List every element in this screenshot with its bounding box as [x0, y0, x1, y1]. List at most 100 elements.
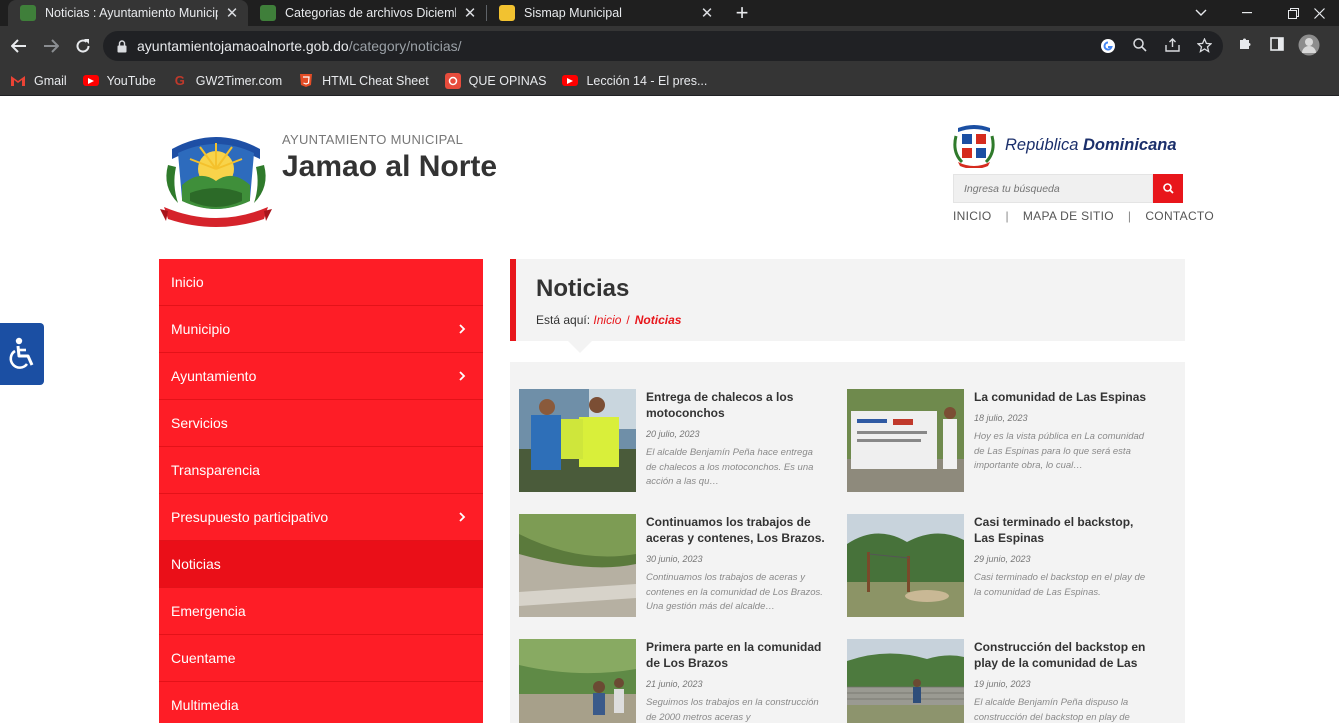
forward-arrow-icon[interactable]	[35, 30, 67, 62]
close-tab-icon[interactable]: ✕	[224, 4, 240, 22]
site-title[interactable]: Jamao al Norte	[282, 150, 497, 184]
top-links: INICIO | MAPA DE SITIO | CONTACTO	[953, 209, 1214, 223]
sidebar-item-multimedia[interactable]: Multimedia	[159, 682, 483, 723]
gmail-icon	[10, 73, 26, 89]
sidebar-item-municipio[interactable]: Municipio	[159, 306, 483, 353]
news-excerpt: Casi terminado el backstop en el play de…	[974, 572, 1146, 598]
news-excerpt: El alcalde Benjamín Peña hace entrega de…	[646, 447, 814, 487]
top-link-contacto[interactable]: CONTACTO	[1145, 209, 1214, 223]
news-thumbnail-image[interactable]	[847, 639, 964, 723]
side-panel-icon[interactable]	[1265, 34, 1289, 58]
extensions-puzzle-icon[interactable]	[1233, 34, 1257, 58]
page-title: Noticias	[536, 275, 630, 302]
header-pointer-arrow	[568, 341, 592, 353]
sidebar-item-label: Emergencia	[171, 603, 246, 619]
url-path: /category/noticias/	[348, 38, 462, 54]
profile-avatar[interactable]	[1297, 34, 1321, 58]
sidebar-item-label: Presupuesto participativo	[171, 509, 329, 525]
news-title[interactable]: Construcción del backstop en play de la …	[974, 639, 1154, 671]
republica-dominicana-wordmark: República Dominicana	[1005, 136, 1177, 155]
close-tab-icon[interactable]: ✕	[462, 4, 478, 22]
tab-title: Sismap Municipal	[524, 6, 622, 20]
bookmark-leccion-14[interactable]: Lección 14 - El pres...	[562, 74, 707, 88]
site-supertitle: AYUNTAMIENTO MUNICIPAL	[282, 132, 464, 147]
sidebar-item-cuentame[interactable]: Cuentame	[159, 635, 483, 682]
bookmark-gmail[interactable]: Gmail	[10, 73, 67, 89]
bookmark-label: YouTube	[106, 73, 156, 88]
news-card[interactable]: Casi terminado el backstop, Las Espinas …	[847, 514, 1157, 619]
breadcrumb-prefix: Está aquí:	[536, 313, 591, 327]
news-title[interactable]: La comunidad de Las Espinas	[974, 389, 1154, 405]
close-window-icon[interactable]	[1300, 0, 1339, 26]
tab-noticias[interactable]: Noticias : Ayuntamiento Municipal ✕	[8, 0, 248, 26]
zoom-icon[interactable]	[1132, 38, 1148, 54]
address-bar[interactable]: ayuntamientojamaoalnorte.gob.do/category…	[103, 31, 1223, 61]
tab-sismap[interactable]: Sismap Municipal ✕	[487, 0, 723, 26]
news-thumbnail-image[interactable]	[847, 389, 964, 492]
bookmark-gw2timer[interactable]: G GW2Timer.com	[172, 73, 282, 89]
news-card[interactable]: Entrega de chalecos a los motoconchos 20…	[519, 389, 829, 494]
sidebar-item-noticias[interactable]: Noticias	[159, 541, 483, 588]
news-excerpt: Hoy es la vista pública en La comunidad …	[974, 431, 1145, 471]
sidebar-item-ayuntamiento[interactable]: Ayuntamiento	[159, 353, 483, 400]
bookmark-html-cheat-sheet[interactable]: HTML Cheat Sheet	[298, 73, 429, 89]
municipal-seal-logo[interactable]	[160, 129, 272, 227]
youtube-icon	[82, 75, 99, 86]
site-search-button[interactable]	[1153, 174, 1183, 203]
top-link-inicio[interactable]: INICIO	[953, 209, 991, 223]
breadcrumb-home-link[interactable]: Inicio	[593, 313, 621, 327]
sidebar-menu: Inicio Municipio Ayuntamiento Servicios …	[159, 259, 483, 723]
sidebar-item-presupuesto-participativo[interactable]: Presupuesto participativo	[159, 494, 483, 541]
chevron-right-icon	[459, 324, 466, 334]
bookmark-star-icon[interactable]	[1195, 37, 1213, 54]
back-arrow-icon[interactable]	[3, 30, 35, 62]
sidebar-item-label: Servicios	[171, 415, 228, 431]
top-link-mapa-de-sitio[interactable]: MAPA DE SITIO	[1023, 209, 1114, 223]
share-icon[interactable]	[1164, 38, 1180, 54]
sidebar-item-label: Municipio	[171, 321, 231, 337]
tab-title: Categorias de archivos Diciembre	[285, 6, 456, 20]
news-title[interactable]: Primera parte en la comunidad de Los Bra…	[646, 639, 826, 671]
site-search-input[interactable]	[953, 174, 1153, 203]
tab-search-chevron-icon[interactable]	[1178, 0, 1224, 26]
opinas-icon	[444, 72, 461, 89]
minimize-icon[interactable]	[1224, 0, 1270, 26]
sidebar-item-servicios[interactable]: Servicios	[159, 400, 483, 447]
rd-word-dominicana: Dominicana	[1082, 136, 1177, 154]
news-card[interactable]: La comunidad de Las Espinas 18 julio, 20…	[847, 389, 1157, 494]
news-card[interactable]: Primera parte en la comunidad de Los Bra…	[519, 639, 829, 723]
google-lens-icon[interactable]	[1100, 38, 1116, 54]
close-tab-icon[interactable]: ✕	[699, 4, 715, 22]
sidebar-item-transparencia[interactable]: Transparencia	[159, 447, 483, 494]
bookmark-label: QUE OPINAS	[468, 73, 547, 88]
news-card[interactable]: Construcción del backstop en play de la …	[847, 639, 1157, 723]
html-icon	[298, 73, 314, 89]
news-card[interactable]: Continuamos los trabajos de aceras y con…	[519, 514, 829, 619]
news-thumbnail-image[interactable]	[519, 389, 636, 492]
news-thumbnail-image[interactable]	[847, 514, 964, 617]
news-thumbnail-image[interactable]	[519, 514, 636, 617]
bookmark-youtube[interactable]: YouTube	[82, 73, 156, 88]
dominican-coat-of-arms-logo	[953, 125, 995, 168]
accessibility-button[interactable]	[0, 323, 44, 385]
site-favicon-icon	[20, 5, 36, 21]
site-favicon-icon	[260, 5, 276, 21]
reload-icon[interactable]	[67, 30, 99, 62]
news-date: 20 julio, 2023	[646, 429, 700, 439]
sidebar-item-label: Ayuntamiento	[171, 368, 257, 384]
news-title[interactable]: Entrega de chalecos a los motoconchos	[646, 389, 826, 421]
news-title[interactable]: Continuamos los trabajos de aceras y con…	[646, 514, 826, 546]
browser-tab-bar: Noticias : Ayuntamiento Municipal ✕ Cate…	[0, 0, 1339, 26]
news-thumbnail-image[interactable]	[519, 639, 636, 723]
tab-categorias[interactable]: Categorias de archivos Diciembre ✕	[248, 0, 486, 26]
tab-title: Noticias : Ayuntamiento Municipal	[45, 6, 218, 20]
new-tab-button[interactable]: +	[727, 2, 757, 24]
sidebar-item-emergencia[interactable]: Emergencia	[159, 588, 483, 635]
gw2-icon: G	[174, 73, 185, 88]
bookmark-que-opinas[interactable]: QUE OPINAS	[444, 72, 547, 89]
news-title[interactable]: Casi terminado el backstop, Las Espinas	[974, 514, 1154, 546]
bookmark-label: GW2Timer.com	[195, 73, 283, 88]
link-separator: |	[1005, 209, 1009, 223]
sidebar-item-inicio[interactable]: Inicio	[159, 259, 483, 306]
news-date: 29 junio, 2023	[974, 554, 1031, 564]
